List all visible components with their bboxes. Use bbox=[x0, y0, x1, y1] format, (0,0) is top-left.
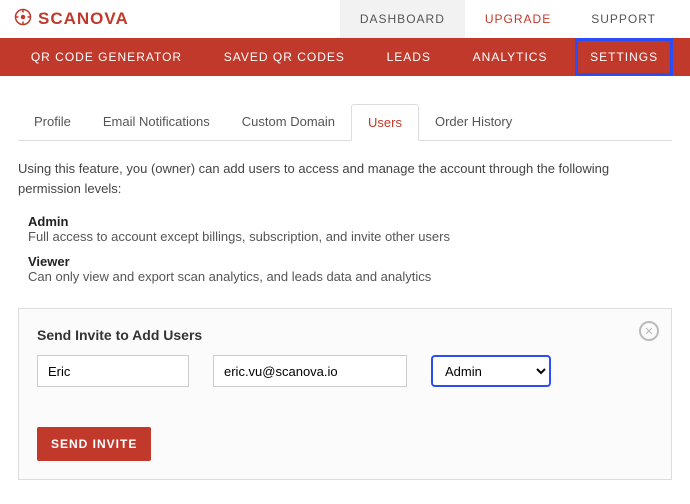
tab-custom-domain[interactable]: Custom Domain bbox=[226, 104, 351, 140]
brand-icon bbox=[14, 8, 32, 31]
topnav-dashboard[interactable]: DASHBOARD bbox=[340, 0, 465, 38]
invite-panel: ✕ Send Invite to Add Users Admin Viewer … bbox=[18, 308, 672, 480]
brand-name: SCANOVA bbox=[38, 9, 129, 29]
brand[interactable]: SCANOVA bbox=[14, 8, 129, 31]
invite-name-input[interactable] bbox=[37, 355, 189, 387]
tab-email-notifications[interactable]: Email Notifications bbox=[87, 104, 226, 140]
nav-analytics[interactable]: ANALYTICS bbox=[459, 38, 562, 76]
invite-title: Send Invite to Add Users bbox=[37, 327, 653, 343]
tab-profile[interactable]: Profile bbox=[18, 104, 87, 140]
topnav-support[interactable]: SUPPORT bbox=[571, 0, 676, 38]
page-content: Profile Email Notifications Custom Domai… bbox=[0, 76, 690, 498]
topbar: SCANOVA DASHBOARD UPGRADE SUPPORT bbox=[0, 0, 690, 38]
permission-viewer-desc: Can only view and export scan analytics,… bbox=[28, 269, 672, 284]
tab-users[interactable]: Users bbox=[351, 104, 419, 141]
permission-viewer: Viewer Can only view and export scan ana… bbox=[28, 254, 672, 284]
settings-tabs: Profile Email Notifications Custom Domai… bbox=[18, 104, 672, 141]
tab-order-history[interactable]: Order History bbox=[419, 104, 528, 140]
nav-qr-generator[interactable]: QR CODE GENERATOR bbox=[17, 38, 196, 76]
invite-role-select[interactable]: Admin Viewer bbox=[431, 355, 551, 387]
main-navbar: QR CODE GENERATOR SAVED QR CODES LEADS A… bbox=[0, 38, 690, 76]
invite-email-input[interactable] bbox=[213, 355, 407, 387]
send-invite-button[interactable]: SEND INVITE bbox=[37, 427, 151, 461]
permission-admin-desc: Full access to account except billings, … bbox=[28, 229, 672, 244]
nav-settings[interactable]: SETTINGS bbox=[575, 38, 673, 76]
permission-viewer-title: Viewer bbox=[28, 254, 672, 269]
permission-admin-title: Admin bbox=[28, 214, 672, 229]
nav-saved-qr[interactable]: SAVED QR CODES bbox=[210, 38, 359, 76]
close-icon[interactable]: ✕ bbox=[639, 321, 659, 341]
users-intro-text: Using this feature, you (owner) can add … bbox=[18, 159, 672, 198]
nav-leads[interactable]: LEADS bbox=[373, 38, 445, 76]
topnav-upgrade[interactable]: UPGRADE bbox=[465, 0, 571, 38]
permission-admin: Admin Full access to account except bill… bbox=[28, 214, 672, 244]
